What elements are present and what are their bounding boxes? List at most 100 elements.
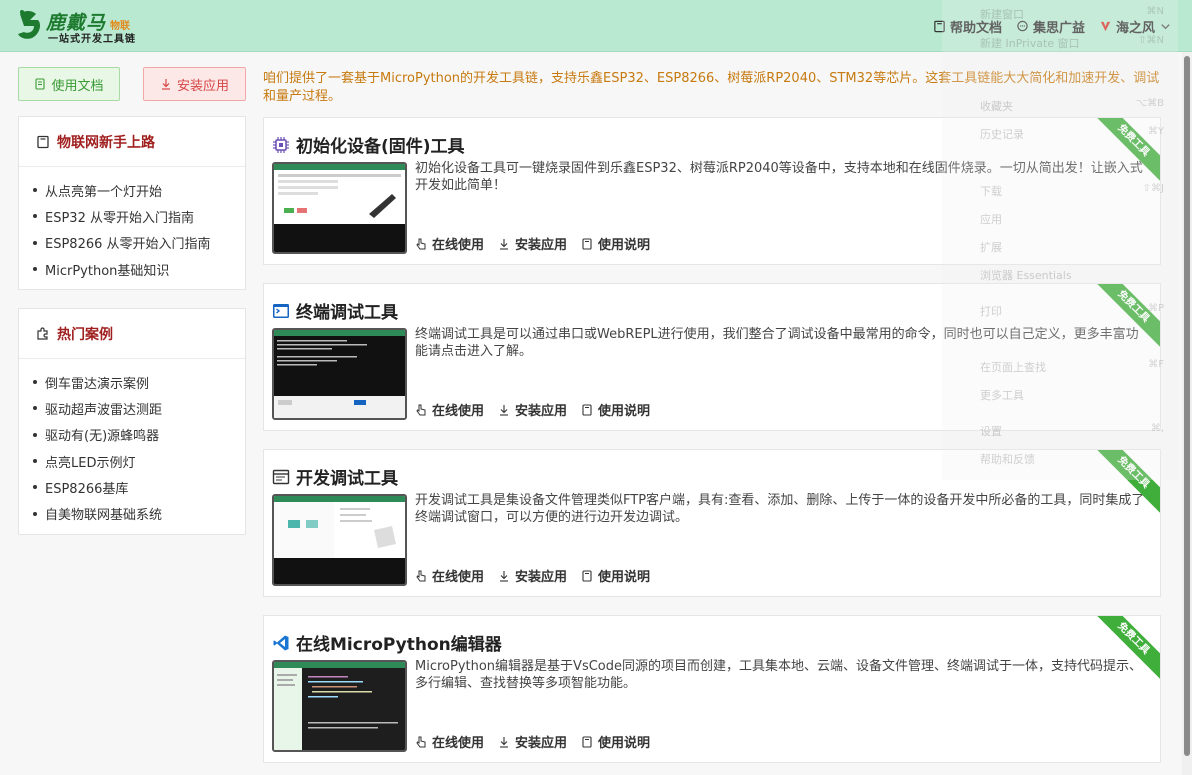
tool-title[interactable]: 初始化设备(固件)工具 [272, 132, 465, 157]
tool-screenshot[interactable] [272, 162, 407, 254]
menu-item[interactable]: 历史记录 [980, 126, 1024, 142]
beginner-list: 从点亮第一个灯开始 ESP32 从零开始入门指南 ESP8266 从零开始入门指… [19, 167, 245, 282]
tool-actions: 在线使用 安装应用 使用说明 [415, 566, 650, 585]
install-app-label: 安装应用 [515, 570, 568, 585]
tool-screenshot[interactable] [272, 494, 407, 586]
manual-button[interactable]: 使用说明 [581, 400, 650, 419]
menu-item[interactable]: 新建 InPrivate 窗口 [980, 35, 1080, 51]
hot-cases-panel-title: 热门案例 [57, 326, 113, 343]
book-icon [582, 403, 592, 416]
tool-description: 开发调试工具是集设备文件管理类似FTP客户端，具有:查看、添加、删除、上传于一体… [415, 493, 1145, 525]
docs-button-label: 使用文档 [51, 78, 104, 94]
list-item[interactable]: ESP8266基库 [33, 474, 245, 500]
online-use-button[interactable]: 在线使用 [415, 400, 484, 419]
menu-item[interactable]: 更多工具 [980, 387, 1024, 403]
menu-item[interactable]: 浏览器 Essentials [980, 267, 1072, 283]
menu-shortcut: ⌘, [1150, 423, 1164, 434]
book-icon [582, 237, 592, 250]
dev-tool-screenshot-image [274, 496, 405, 584]
list-item[interactable]: 点亮LED示例灯 [33, 448, 245, 474]
download-icon [500, 238, 509, 250]
menu-item[interactable]: 收藏夹 [980, 98, 1013, 114]
list-item[interactable]: ESP8266 从零开始入门指南 [33, 230, 245, 256]
tool-title-text: 终端调试工具 [296, 303, 398, 323]
book-icon [37, 135, 49, 148]
menu-item[interactable]: 打印 [980, 303, 1002, 319]
list-item[interactable]: 自美物联网基础系统 [33, 500, 245, 526]
tool-screenshot[interactable] [272, 328, 407, 420]
manual-label: 使用说明 [598, 570, 651, 585]
beginner-panel: 物联网新手上路 从点亮第一个灯开始 ESP32 从零开始入门指南 ESP8266… [18, 116, 246, 290]
tool-title-text: 开发调试工具 [296, 469, 398, 489]
manual-button[interactable]: 使用说明 [581, 732, 650, 751]
menu-item[interactable]: 下载 [980, 183, 1002, 199]
brand-logo[interactable]: 鹿戴马 物联 一站式开发工具链 [14, 8, 139, 46]
menu-shortcut: ⇧⌘J [1142, 183, 1164, 194]
install-app-action[interactable]: 安装应用 [498, 400, 567, 419]
scrollbar-thumb[interactable] [1184, 56, 1190, 756]
install-app-label: 安装应用 [515, 238, 568, 253]
list-item[interactable]: MicrPython基础知识 [33, 256, 245, 282]
tool-screenshot[interactable] [272, 660, 407, 752]
install-app-action[interactable]: 安装应用 [498, 234, 567, 253]
deer-logo-icon [18, 10, 40, 39]
menu-item[interactable]: 应用 [980, 211, 1002, 227]
manual-button[interactable]: 使用说明 [581, 234, 650, 253]
install-button-label: 安装应用 [176, 78, 229, 94]
hot-cases-panel: 热门案例 倒车雷达演示案例 驱动超声波雷达测距 驱动有(无)源蜂鸣器 点亮LED… [18, 308, 246, 535]
chip-icon [273, 136, 289, 153]
list-item[interactable]: 驱动超声波雷达测距 [33, 395, 245, 421]
list-item[interactable]: ESP32 从零开始入门指南 [33, 203, 245, 229]
manual-button[interactable]: 使用说明 [581, 566, 650, 585]
tool-card-editor: 在线MicroPython编辑器 MicroPython编辑器是基于VsCode… [263, 615, 1161, 763]
menu-shortcut: ⌘Y [1147, 126, 1164, 137]
pointer-icon [416, 404, 426, 415]
list-item[interactable]: 倒车雷达演示案例 [33, 369, 245, 395]
menu-shortcut: ⌘P [1147, 303, 1164, 314]
pointer-icon [416, 570, 426, 581]
menu-shortcut: ⌘N [1146, 6, 1164, 17]
beginner-panel-title: 物联网新手上路 [57, 134, 155, 151]
install-app-action[interactable]: 安装应用 [498, 566, 567, 585]
online-use-button[interactable]: 在线使用 [415, 566, 484, 585]
install-app-action[interactable]: 安装应用 [498, 732, 567, 751]
puzzle-icon [37, 326, 48, 340]
browser-menu-overlay: 新建窗口 ⌘N 新建 InPrivate 窗口 ⇧⌘N 收藏夹 ⌥⌘B 历史记录… [942, 0, 1178, 480]
online-use-button[interactable]: 在线使用 [415, 732, 484, 751]
download-icon [500, 736, 509, 748]
download-icon [161, 79, 170, 90]
tool-title[interactable]: 在线MicroPython编辑器 [272, 630, 502, 655]
docs-button[interactable]: 使用文档 [18, 67, 120, 101]
page-scrollbar[interactable] [1182, 52, 1192, 775]
document-icon [35, 78, 46, 90]
online-use-label: 在线使用 [432, 404, 485, 419]
list-item[interactable]: 从点亮第一个灯开始 [33, 177, 245, 203]
book-icon [582, 569, 592, 582]
manual-label: 使用说明 [598, 238, 651, 253]
tool-title[interactable]: 终端调试工具 [272, 298, 398, 323]
hot-cases-panel-header: 热门案例 [19, 309, 245, 359]
download-icon [500, 404, 509, 416]
tool-title[interactable]: 开发调试工具 [272, 464, 398, 489]
menu-item[interactable]: 新建窗口 [980, 6, 1024, 22]
install-app-label: 安装应用 [515, 404, 568, 419]
brand-slogan: 一站式开发工具链 [48, 34, 136, 45]
online-use-label: 在线使用 [432, 238, 485, 253]
online-use-label: 在线使用 [432, 736, 485, 751]
install-app-button[interactable]: 安装应用 [143, 67, 246, 101]
menu-item[interactable]: 设置 [980, 423, 1002, 439]
tool-title-text: 初始化设备(固件)工具 [296, 137, 465, 157]
book-icon [582, 735, 592, 748]
pointer-icon [416, 238, 426, 249]
tool-actions: 在线使用 安装应用 使用说明 [415, 234, 650, 253]
tool-actions: 在线使用 安装应用 使用说明 [415, 400, 650, 419]
install-app-label: 安装应用 [515, 736, 568, 751]
menu-item[interactable]: 帮助和反馈 [980, 451, 1035, 467]
tool-description: MicroPython编辑器是基于VsCode同源的项目而创建，工具集本地、云端… [415, 659, 1142, 691]
list-item[interactable]: 驱动有(无)源蜂鸣器 [33, 422, 245, 448]
menu-item[interactable]: 在页面上查找 [980, 359, 1046, 375]
window-icon [272, 469, 290, 484]
menu-item[interactable]: 扩展 [980, 239, 1002, 255]
menu-shortcut: ⌘F [1148, 359, 1164, 370]
online-use-button[interactable]: 在线使用 [415, 234, 484, 253]
